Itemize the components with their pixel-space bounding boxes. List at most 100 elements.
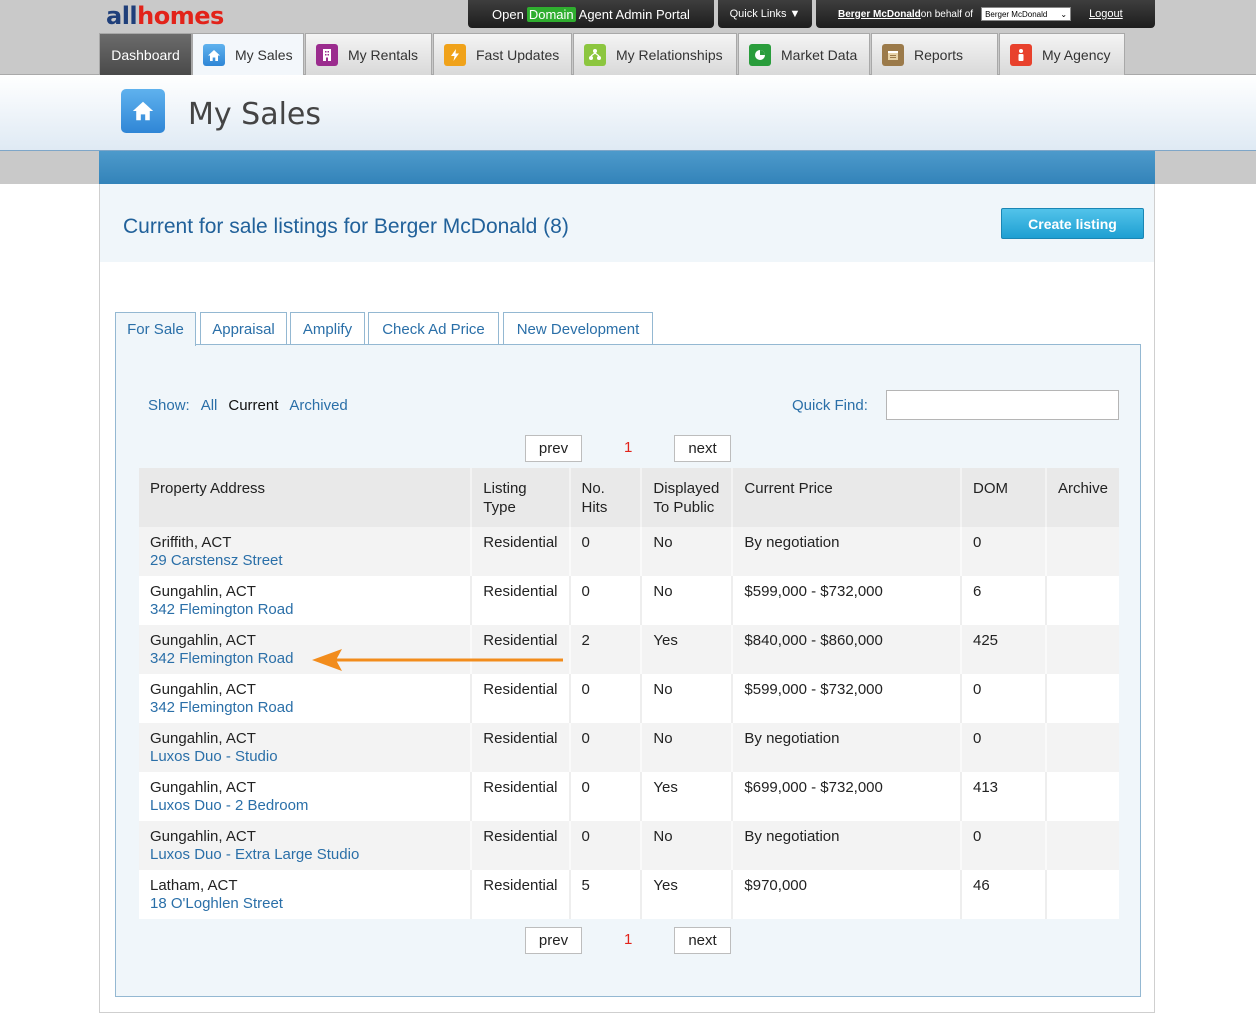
domain-badge: Domain bbox=[526, 6, 576, 22]
quick-find-input[interactable] bbox=[886, 390, 1119, 420]
displayed-cell: Yes bbox=[640, 772, 733, 821]
nav-tab-dashboard[interactable]: Dashboard bbox=[99, 33, 192, 75]
nav-tab-my-rentals[interactable]: My Rentals bbox=[305, 33, 432, 75]
column-header-displayed[interactable]: Displayed To Public bbox=[640, 468, 733, 527]
tab-appraisal[interactable]: Appraisal bbox=[200, 312, 287, 345]
for-sale-tab-panel: Show: All Current Archived Quick Find: p… bbox=[115, 344, 1141, 997]
archive-cell bbox=[1044, 625, 1119, 674]
price-cell: $840,000 - $860,000 bbox=[731, 625, 961, 674]
prev-button[interactable]: prev bbox=[525, 927, 582, 954]
address-cell: Griffith, ACT 29 Carstensz Street bbox=[139, 527, 472, 576]
annotation-arrow-icon bbox=[312, 649, 563, 671]
table-row: Gungahlin, ACT Luxos Duo - 2 Bedroom Resi… bbox=[139, 772, 1119, 821]
nav-tab-my-sales[interactable]: My Sales bbox=[192, 33, 304, 76]
dom-cell: 46 bbox=[960, 870, 1046, 919]
address-link[interactable]: Luxos Duo - Extra Large Studio bbox=[150, 846, 359, 863]
column-header-address[interactable]: Property Address bbox=[139, 468, 472, 527]
logout-link[interactable]: Logout bbox=[1089, 8, 1123, 20]
dom-cell: 413 bbox=[960, 772, 1046, 821]
agency-select[interactable]: Berger McDonald ⌄ bbox=[981, 7, 1072, 21]
prev-button[interactable]: prev bbox=[525, 435, 582, 462]
main-panel: Current for sale listings for Berger McD… bbox=[99, 184, 1155, 1013]
dom-cell: 0 bbox=[960, 821, 1046, 870]
table-header-row: Property Address Listing Type No. Hits Dis… bbox=[139, 468, 1119, 527]
displayed-cell: No bbox=[640, 674, 733, 723]
archive-cell bbox=[1044, 723, 1119, 772]
archive-cell bbox=[1044, 821, 1119, 870]
panel-header: Current for sale listings for Berger McD… bbox=[100, 184, 1154, 262]
quick-find-label: Quick Find: bbox=[792, 397, 868, 414]
price-cell: By negotiation bbox=[731, 821, 961, 870]
quick-links-dropdown[interactable]: Quick Links ▼ bbox=[718, 0, 812, 28]
filter-current[interactable]: Current bbox=[228, 397, 278, 414]
address-link[interactable]: 342 Flemington Road bbox=[150, 601, 293, 618]
price-cell: $699,000 - $732,000 bbox=[731, 772, 961, 821]
allhomes-logo[interactable]: allhomes bbox=[106, 1, 224, 31]
hits-cell: 2 bbox=[568, 625, 642, 674]
chevron-down-icon: ⌄ bbox=[1060, 9, 1068, 19]
address-link[interactable]: 342 Flemington Road bbox=[150, 699, 293, 716]
nav-tab-my-agency[interactable]: My Agency bbox=[999, 33, 1125, 75]
address-link[interactable]: 342 Flemington Road bbox=[150, 650, 293, 667]
address-cell: Gungahlin, ACT Luxos Duo - Studio bbox=[139, 723, 472, 772]
table-row: Gungahlin, ACT 342 Flemington Road Reside… bbox=[139, 674, 1119, 723]
column-header-listing-type[interactable]: Listing Type bbox=[470, 468, 570, 527]
nav-tab-reports[interactable]: Reports bbox=[871, 33, 998, 75]
filter-archived-link[interactable]: Archived bbox=[289, 397, 347, 414]
displayed-cell: No bbox=[640, 576, 733, 625]
tab-new-development[interactable]: New Development bbox=[503, 312, 653, 345]
nav-tab-fast-updates[interactable]: Fast Updates bbox=[433, 33, 572, 75]
address-cell: Latham, ACT 18 O'Loghlen Street bbox=[139, 870, 472, 919]
page-number: 1 bbox=[624, 439, 633, 456]
address-link[interactable]: 29 Carstensz Street bbox=[150, 552, 283, 569]
report-box-icon bbox=[882, 43, 904, 66]
address-link[interactable]: 18 O'Loghlen Street bbox=[150, 895, 283, 912]
address-link[interactable]: Luxos Duo - Studio bbox=[150, 748, 278, 765]
address-cell: Gungahlin, ACT Luxos Duo - Extra Large St… bbox=[139, 821, 472, 870]
price-cell: $599,000 - $732,000 bbox=[731, 576, 961, 625]
table-row: Gungahlin, ACT Luxos Duo - Extra Large St… bbox=[139, 821, 1119, 870]
show-filter: Show: All Current Archived bbox=[148, 397, 348, 414]
user-name-link[interactable]: Berger McDonald bbox=[838, 9, 921, 20]
show-label: Show: bbox=[148, 397, 190, 414]
listing-type-cell: Residential bbox=[470, 772, 570, 821]
column-header-hits[interactable]: No. Hits bbox=[568, 468, 642, 527]
nav-tab-my-relationships[interactable]: My Relationships bbox=[573, 33, 737, 75]
displayed-cell: No bbox=[640, 821, 733, 870]
tab-for-sale[interactable]: For Sale bbox=[115, 312, 196, 346]
table-row: Griffith, ACT 29 Carstensz Street Residen… bbox=[139, 527, 1119, 576]
house-icon bbox=[121, 89, 165, 133]
tab-amplify[interactable]: Amplify bbox=[290, 312, 365, 345]
page-header: My Sales bbox=[0, 75, 1256, 151]
price-cell: $970,000 bbox=[731, 870, 961, 919]
dom-cell: 0 bbox=[960, 674, 1046, 723]
listing-type-cell: Residential bbox=[470, 527, 570, 576]
blue-bar bbox=[99, 151, 1155, 184]
on-behalf-text: on behalf of bbox=[920, 8, 974, 20]
next-button[interactable]: next bbox=[674, 927, 731, 954]
create-listing-button[interactable]: Create listing bbox=[1001, 208, 1144, 239]
hits-cell: 0 bbox=[568, 772, 642, 821]
tab-check-ad-price[interactable]: Check Ad Price bbox=[368, 312, 499, 345]
column-header-dom[interactable]: DOM bbox=[960, 468, 1046, 527]
archive-cell bbox=[1044, 870, 1119, 919]
people-network-icon bbox=[584, 43, 606, 66]
nav-tab-market-data[interactable]: Market Data bbox=[738, 33, 870, 75]
hits-cell: 0 bbox=[568, 723, 642, 772]
archive-cell bbox=[1044, 527, 1119, 576]
address-link[interactable]: Luxos Duo - 2 Bedroom bbox=[150, 797, 308, 814]
listings-table: Property Address Listing Type No. Hits Dis… bbox=[139, 468, 1119, 919]
next-button[interactable]: next bbox=[674, 435, 731, 462]
top-header: allhomes Open Domain Agent Admin Portal … bbox=[0, 0, 1256, 76]
table-row: Latham, ACT 18 O'Loghlen Street Residenti… bbox=[139, 870, 1119, 919]
lightning-icon bbox=[444, 43, 466, 66]
column-header-price[interactable]: Current Price bbox=[731, 468, 961, 527]
filter-all-link[interactable]: All bbox=[201, 397, 218, 414]
listing-type-cell: Residential bbox=[470, 674, 570, 723]
listing-type-cell: Residential bbox=[470, 821, 570, 870]
pie-chart-icon bbox=[749, 43, 771, 66]
price-cell: By negotiation bbox=[731, 723, 961, 772]
price-cell: $599,000 - $732,000 bbox=[731, 674, 961, 723]
listing-type-cell: Residential bbox=[470, 870, 570, 919]
open-agent-portal-button[interactable]: Open Domain Agent Admin Portal bbox=[468, 0, 714, 28]
